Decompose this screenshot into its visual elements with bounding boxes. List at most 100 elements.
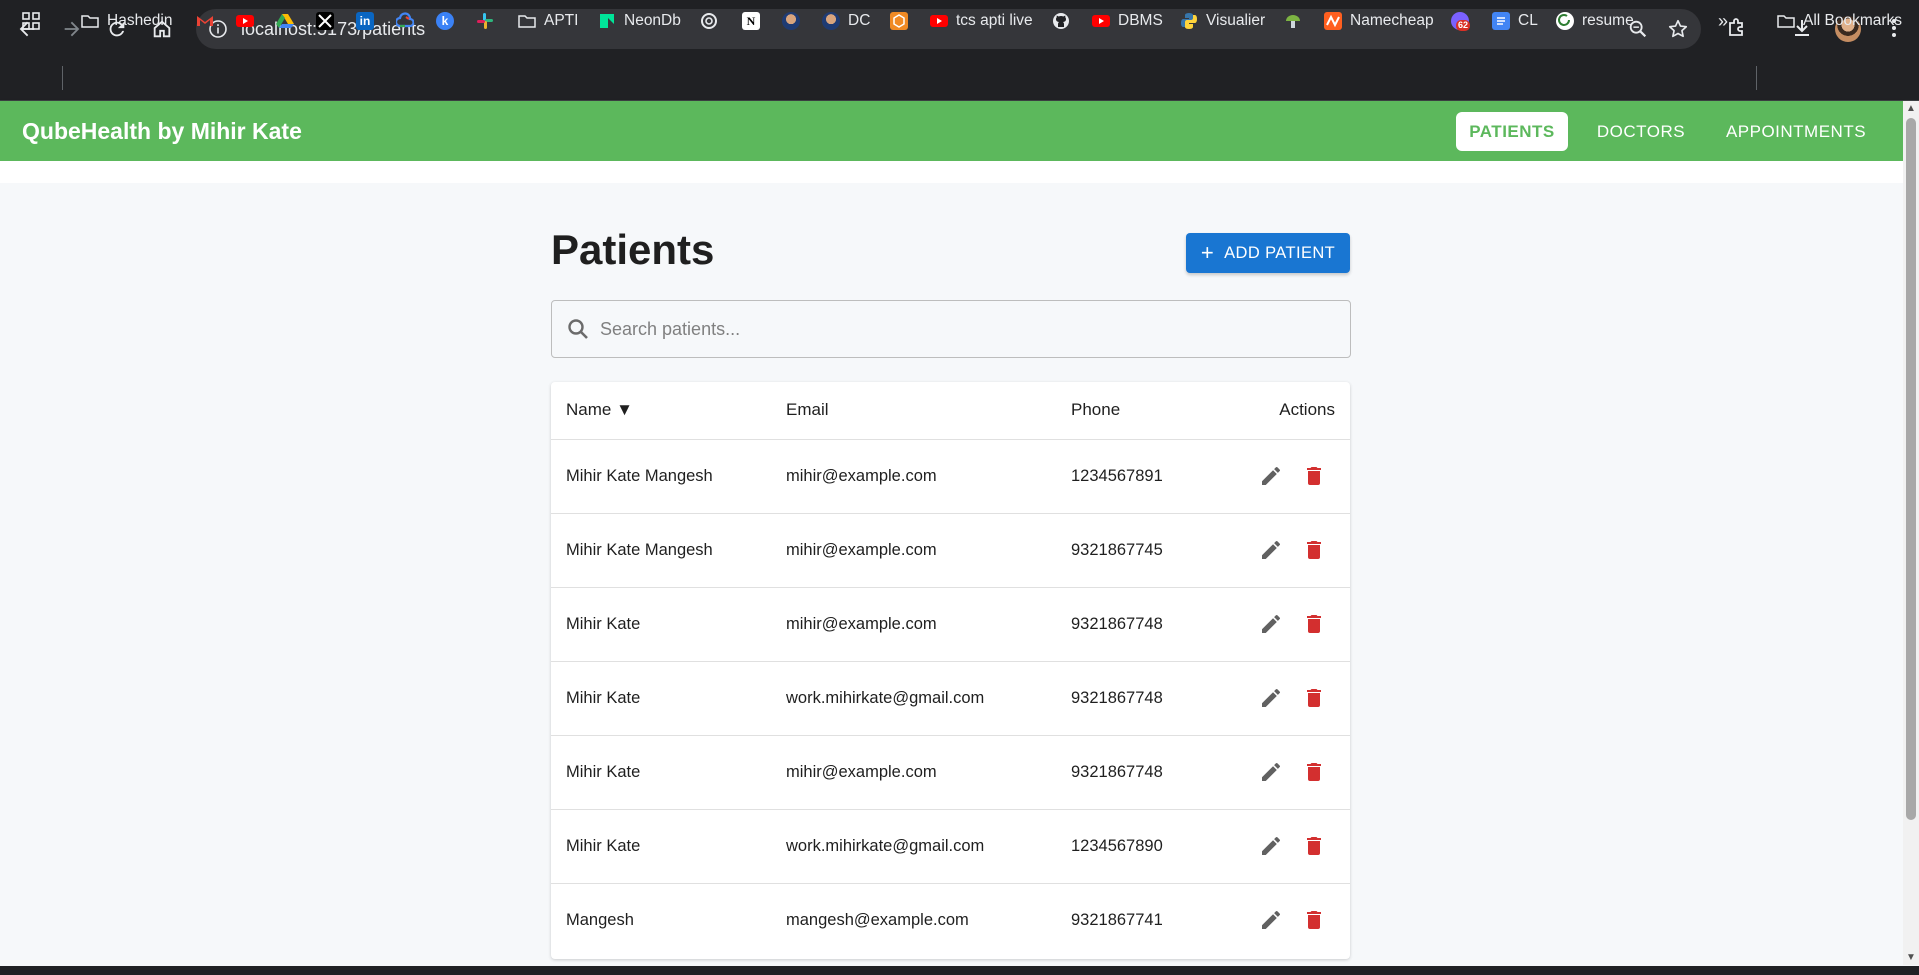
bookmark-github[interactable] — [1052, 0, 1070, 42]
patient-email: mihir@example.com — [786, 615, 937, 633]
edit-icon[interactable] — [1258, 759, 1284, 785]
bookmark-hashedin[interactable]: Hashedin — [81, 0, 173, 42]
namecheap-icon — [1324, 12, 1342, 30]
mushroom-icon — [1284, 12, 1302, 30]
edit-icon[interactable] — [1258, 537, 1284, 563]
youtube-icon — [236, 12, 254, 30]
folder-icon — [81, 12, 99, 30]
delete-icon[interactable] — [1301, 907, 1327, 933]
apps-grid-icon[interactable] — [21, 0, 41, 42]
folder-icon — [518, 12, 536, 30]
bookmark-visualier[interactable]: Visualier — [1180, 0, 1265, 42]
edit-icon[interactable] — [1258, 833, 1284, 859]
edit-icon[interactable] — [1258, 907, 1284, 933]
column-header-email: Email — [786, 400, 829, 419]
youtube-icon — [1092, 12, 1110, 30]
delete-icon[interactable] — [1301, 759, 1327, 785]
patient-phone: 9321867748 — [1071, 615, 1163, 633]
add-patient-button[interactable]: + ADD PATIENT — [1186, 233, 1350, 273]
column-header-actions: Actions — [1279, 400, 1335, 419]
bookmark-slack[interactable] — [476, 0, 494, 42]
delete-icon[interactable] — [1301, 685, 1327, 711]
bookmark-gmail[interactable] — [196, 0, 214, 42]
bookmark-profile[interactable] — [782, 0, 800, 42]
table-row: Mihir Kate mihir@example.com 9321867748 — [551, 736, 1350, 810]
neon-icon — [598, 12, 616, 30]
blue-k-icon: k — [436, 12, 454, 30]
app-header: QubeHealth by Mihir Kate PATIENTS DOCTOR… — [0, 101, 1903, 161]
patient-phone: 9321867748 — [1071, 689, 1163, 707]
bookmark-neondb[interactable]: NeonDb — [598, 0, 681, 42]
patient-name: Mangesh — [566, 911, 634, 929]
bookmark-dc[interactable]: DC — [822, 0, 870, 42]
scroll-up-icon[interactable]: ▲ — [1905, 103, 1917, 115]
nav-patients[interactable]: PATIENTS — [1456, 112, 1568, 151]
page-title: Patients — [551, 226, 715, 273]
bookmark-openai[interactable] — [700, 0, 718, 42]
profile-icon — [822, 12, 840, 30]
patient-email: work.mihirkate@gmail.com — [786, 689, 985, 707]
patient-phone: 9321867748 — [1071, 763, 1163, 781]
app-brand[interactable]: QubeHealth by Mihir Kate — [22, 118, 302, 145]
patient-phone: 1234567891 — [1071, 467, 1163, 485]
linkedin-icon: in — [356, 12, 374, 30]
column-header-name[interactable]: Name ▼ — [566, 400, 633, 420]
bookmark-cl[interactable]: CL — [1492, 0, 1538, 42]
bookmark-drive[interactable] — [276, 0, 294, 42]
google-cloud-icon — [396, 12, 414, 30]
bookmark-k[interactable]: k — [436, 0, 454, 42]
patient-name: Mihir Kate — [566, 763, 641, 781]
scrollbar-thumb[interactable] — [1906, 118, 1916, 820]
delete-icon[interactable] — [1301, 833, 1327, 859]
bookmarks-overflow-icon[interactable]: » — [1718, 0, 1728, 42]
bookmark-apti[interactable]: APTI — [518, 0, 578, 42]
bookmark-google-cloud[interactable] — [396, 0, 414, 42]
bookmark-dbms[interactable]: DBMS — [1092, 0, 1163, 42]
gmail-icon — [196, 12, 214, 30]
google-drive-icon — [276, 12, 294, 30]
nav-appointments[interactable]: APPOINTMENTS — [1718, 112, 1874, 151]
bookmark-star-icon[interactable] — [1667, 18, 1689, 40]
nav-doctors[interactable]: DOCTORS — [1586, 112, 1696, 151]
bookmarks-bar — [0, 58, 1919, 101]
patient-email: work.mihirkate@gmail.com — [786, 837, 985, 855]
table-row: Mihir Kate work.mihirkate@gmail.com 123456… — [551, 810, 1350, 884]
header-spacer — [0, 161, 1903, 183]
delete-icon[interactable] — [1301, 537, 1327, 563]
delete-icon[interactable] — [1301, 611, 1327, 637]
patient-email: mihir@example.com — [786, 541, 937, 559]
patient-name: Mihir Kate Mangesh — [566, 467, 713, 485]
resume-icon — [1556, 12, 1574, 30]
search-input[interactable]: Search patients... — [551, 300, 1351, 358]
edit-icon[interactable] — [1258, 685, 1284, 711]
table-row: Mihir Kate mihir@example.com 9321867748 — [551, 588, 1350, 662]
edit-icon[interactable] — [1258, 611, 1284, 637]
bookmark-orange[interactable] — [890, 0, 908, 42]
x-icon — [316, 12, 334, 30]
bookmark-x[interactable] — [316, 0, 334, 42]
bookmark-linkedin[interactable]: in — [356, 0, 374, 42]
bookmark-tcs-apti-live[interactable]: tcs apti live — [930, 0, 1033, 42]
patient-email: mihir@example.com — [786, 763, 937, 781]
scroll-down-icon[interactable]: ▼ — [1905, 952, 1917, 964]
github-icon — [1052, 12, 1070, 30]
bookmark-namecheap[interactable]: Namecheap — [1324, 0, 1434, 42]
edit-icon[interactable] — [1258, 463, 1284, 489]
patient-phone: 9321867745 — [1071, 541, 1163, 559]
bookmark-resume[interactable]: resume — [1556, 0, 1634, 42]
folder-icon — [1777, 12, 1795, 30]
search-icon — [568, 319, 588, 339]
patient-name: Mihir Kate — [566, 689, 641, 707]
bookmark-youtube[interactable] — [236, 0, 254, 42]
bookmark-notion[interactable]: N — [742, 0, 760, 42]
column-header-phone: Phone — [1071, 400, 1121, 419]
bookmarks-divider — [1756, 66, 1757, 90]
delete-icon[interactable] — [1301, 463, 1327, 489]
patient-phone: 1234567890 — [1071, 837, 1163, 855]
youtube-icon — [930, 12, 948, 30]
badge-62-icon: 62 — [1451, 12, 1471, 31]
python-icon — [1180, 12, 1198, 30]
bookmark-badge[interactable]: 62 — [1451, 0, 1471, 42]
bookmark-mushroom[interactable] — [1284, 0, 1302, 42]
all-bookmarks[interactable]: All Bookmarks — [1777, 0, 1902, 42]
